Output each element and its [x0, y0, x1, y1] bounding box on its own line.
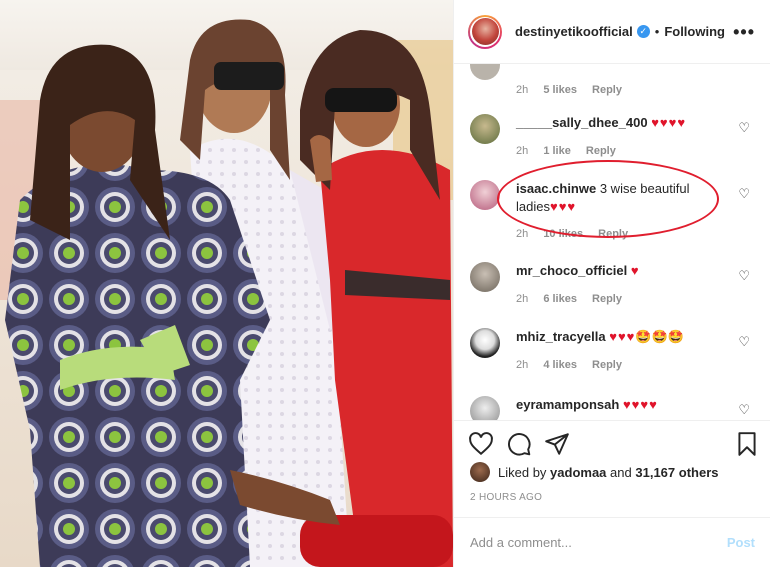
comment-body: mr_choco_officiel ♥ — [516, 262, 726, 280]
author-avatar[interactable] — [468, 14, 502, 49]
others-count-link[interactable]: 31,167 others — [635, 465, 718, 480]
liked-by-user[interactable]: yadomaa — [550, 465, 606, 480]
post-photo[interactable] — [0, 0, 453, 567]
reply-button[interactable]: Reply — [598, 228, 628, 240]
comment-time: 2h — [516, 84, 529, 96]
commenter-username[interactable]: mr_choco_officiel — [516, 263, 627, 278]
like-comment-heart-icon[interactable]: ♡ — [738, 334, 750, 350]
comment-meta: 2h 6 likes Reply — [516, 293, 634, 305]
comment-likes[interactable]: 4 likes — [543, 359, 577, 371]
commenter-avatar[interactable] — [470, 396, 500, 420]
like-comment-heart-icon[interactable]: ♡ — [738, 186, 750, 202]
like-comment-heart-icon[interactable]: ♡ — [738, 268, 750, 284]
liked-by-label: Liked by — [498, 464, 547, 480]
more-options-icon[interactable]: ••• — [733, 22, 755, 43]
separator: • — [654, 24, 660, 39]
add-comment-input[interactable] — [470, 535, 727, 550]
heart-emoji: ♥ — [630, 263, 640, 278]
comment-body: eyramamponsah ♥♥♥♥ — [516, 396, 726, 414]
comment-likes[interactable]: 6 likes — [543, 293, 577, 305]
commenter-avatar[interactable] — [470, 180, 500, 210]
post-sidebar: destinyetikoofficial ✓ • Following ••• 2… — [453, 0, 770, 567]
comments-list[interactable]: 2h 5 likes Reply _____sally_dhee_400 ♥♥♥… — [454, 64, 770, 420]
comment-composer: Post — [454, 517, 770, 567]
post-timestamp[interactable]: 2 HOURS AGO — [470, 492, 542, 503]
comment-meta: 2h 5 likes Reply — [516, 84, 634, 96]
and-label: and — [610, 464, 632, 480]
reply-button[interactable]: Reply — [592, 84, 622, 96]
commenter-username[interactable]: isaac.chinwe — [516, 181, 596, 196]
author-username[interactable]: destinyetikoofficial — [515, 24, 633, 39]
verified-badge-icon: ✓ — [636, 25, 650, 38]
heart-emoji: ♥♥♥♥ — [651, 115, 687, 130]
following-button[interactable]: Following — [664, 24, 725, 39]
liker-avatar[interactable] — [470, 462, 490, 482]
heart-emoji: ♥♥♥ — [609, 329, 636, 344]
photo-figures — [5, 19, 453, 567]
bookmark-icon[interactable] — [734, 431, 760, 457]
comment-meta: 2h 10 likes Reply — [516, 228, 640, 240]
comment-time: 2h — [516, 359, 529, 371]
comment-body: mhiz_tracyella ♥♥♥🤩🤩🤩 — [516, 328, 726, 346]
comment-time: 2h — [516, 145, 529, 157]
reply-button[interactable]: Reply — [586, 145, 616, 157]
commenter-avatar[interactable] — [470, 64, 500, 80]
commenter-avatar[interactable] — [470, 262, 500, 292]
likes-summary: Liked by yadomaa and 31,167 others — [470, 462, 718, 482]
comment-likes[interactable]: 5 likes — [543, 84, 577, 96]
post-header: destinyetikoofficial ✓ • Following ••• — [454, 0, 770, 64]
commenter-avatar[interactable] — [470, 328, 500, 358]
post-action-bar — [454, 420, 770, 466]
like-comment-heart-icon[interactable]: ♡ — [738, 402, 750, 418]
comment-bubble-icon[interactable] — [506, 431, 532, 457]
share-paper-plane-icon[interactable] — [544, 431, 570, 457]
comment-likes[interactable]: 1 like — [543, 145, 571, 157]
reply-button[interactable]: Reply — [592, 293, 622, 305]
heart-emoji: ♥♥♥ — [549, 199, 577, 214]
comment-body: _____sally_dhee_400 ♥♥♥♥ — [516, 114, 726, 132]
star-struck-emoji: 🤩🤩🤩 — [635, 329, 684, 344]
comment-time: 2h — [516, 293, 529, 305]
heart-emoji: ♥♥♥♥ — [622, 397, 658, 412]
commenter-avatar[interactable] — [470, 114, 500, 144]
comment-body: isaac.chinwe 3 wise beautiful ladies♥♥♥ — [516, 180, 726, 216]
like-heart-icon[interactable] — [468, 431, 494, 457]
comment-meta: 2h 1 like Reply — [516, 145, 628, 157]
comment-time: 2h — [516, 228, 529, 240]
commenter-username[interactable]: mhiz_tracyella — [516, 329, 606, 344]
comment-meta: 2h 4 likes Reply — [516, 359, 634, 371]
comment-likes[interactable]: 10 likes — [543, 228, 583, 240]
reply-button[interactable]: Reply — [592, 359, 622, 371]
post-comment-button[interactable]: Post — [727, 535, 755, 550]
commenter-username[interactable]: eyramamponsah — [516, 397, 619, 412]
commenter-username[interactable]: _____sally_dhee_400 — [516, 115, 648, 130]
like-comment-heart-icon[interactable]: ♡ — [738, 120, 750, 136]
